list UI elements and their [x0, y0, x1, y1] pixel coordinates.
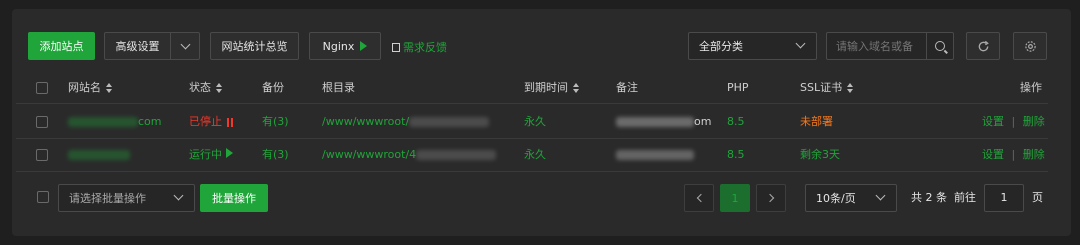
backup-link[interactable]: 有(3) — [262, 109, 289, 135]
redacted-text — [616, 117, 694, 127]
batch-action-select[interactable]: 请选择批量操作 — [58, 184, 195, 212]
search-button[interactable] — [926, 33, 953, 59]
backup-link[interactable]: 有(3) — [262, 142, 289, 168]
search-icon — [935, 41, 945, 51]
status-toggle[interactable]: 已停止 — [189, 109, 233, 135]
chevron-right-icon — [765, 193, 774, 203]
row-actions: 设置 | 删除 — [982, 109, 1045, 135]
page-1-button[interactable]: 1 — [720, 184, 750, 212]
chevron-down-icon — [875, 190, 886, 201]
category-select-value: 全部分类 — [699, 40, 743, 53]
refresh-icon — [978, 40, 989, 51]
php-version[interactable]: 8.5 — [727, 109, 745, 135]
play-icon — [226, 148, 233, 158]
chevron-down-icon — [795, 38, 806, 49]
batch-action-placeholder: 请选择批量操作 — [69, 192, 146, 205]
nginx-label: Nginx — [322, 39, 355, 53]
category-select[interactable]: 全部分类 — [688, 32, 817, 60]
table-settings-button[interactable] — [1013, 32, 1047, 60]
add-site-button[interactable]: 添加站点 — [28, 32, 95, 60]
advanced-settings-label: 高级设置 — [115, 40, 160, 53]
row-actions: 设置 | 删除 — [982, 142, 1045, 168]
chevron-left-icon — [696, 193, 705, 203]
page-size-value: 10条/页 — [816, 192, 856, 205]
chevron-down-icon — [173, 190, 184, 201]
redacted-text — [68, 150, 130, 160]
table-header: 网站名 状态 备份 根目录 到期时间 备注 PHP SSL证书 操作 — [16, 75, 1048, 101]
redacted-text — [68, 117, 138, 127]
site-name-link[interactable] — [68, 142, 130, 168]
redacted-text — [409, 117, 490, 127]
footer-select-all-checkbox[interactable] — [37, 191, 49, 203]
col-actions: 操作 — [1020, 81, 1042, 94]
remark-value[interactable] — [616, 142, 694, 168]
status-toggle[interactable]: 运行中 — [189, 142, 233, 168]
separator: | — [1011, 115, 1016, 128]
batch-action-button[interactable]: 批量操作 — [200, 184, 268, 212]
ssl-status[interactable]: 剩余3天 — [800, 142, 840, 168]
divider — [16, 103, 1048, 104]
prev-page-button[interactable] — [684, 184, 714, 212]
chevron-down-icon[interactable] — [170, 33, 199, 59]
gear-icon — [1024, 40, 1036, 52]
col-root-dir: 根目录 — [322, 81, 355, 94]
next-page-button[interactable] — [756, 184, 786, 212]
redacted-text — [416, 150, 497, 160]
col-php: PHP — [727, 81, 749, 94]
redacted-text — [616, 150, 694, 160]
root-dir-link[interactable]: /www/wwwroot/ — [322, 109, 490, 135]
expire-value[interactable]: 永久 — [524, 109, 546, 135]
col-ssl[interactable]: SSL证书 — [800, 75, 854, 101]
remark-value[interactable]: om — [616, 109, 711, 135]
settings-link[interactable]: 设置 — [982, 148, 1004, 161]
site-stats-button[interactable]: 网站统计总览 — [210, 32, 299, 60]
select-all-checkbox[interactable] — [36, 82, 48, 94]
root-dir-link[interactable]: /www/wwwroot/4 — [322, 142, 497, 168]
play-icon — [360, 41, 368, 51]
feedback-icon — [392, 42, 400, 52]
col-remark: 备注 — [616, 81, 638, 94]
col-status[interactable]: 状态 — [189, 75, 222, 101]
site-name-link[interactable]: com — [68, 109, 162, 135]
sort-icon — [216, 83, 222, 93]
col-expire[interactable]: 到期时间 — [524, 75, 579, 101]
goto-label: 前往 — [954, 191, 976, 204]
ssl-status[interactable]: 未部署 — [800, 109, 833, 135]
expire-value[interactable]: 永久 — [524, 142, 546, 168]
site-search — [826, 32, 954, 60]
feedback-link[interactable]: 需求反馈 — [392, 39, 447, 55]
settings-link[interactable]: 设置 — [982, 115, 1004, 128]
pause-icon — [227, 117, 233, 127]
advanced-settings-dropdown[interactable]: 高级设置 — [104, 32, 200, 60]
table-row: 运行中 有(3) /www/wwwroot/4 永久 8.5 剩余3天 设置 |… — [16, 142, 1048, 168]
feedback-label: 需求反馈 — [403, 41, 447, 54]
divider — [16, 138, 1048, 139]
row-checkbox[interactable] — [36, 149, 48, 161]
sort-icon — [573, 83, 579, 93]
row-checkbox[interactable] — [36, 116, 48, 128]
delete-link[interactable]: 删除 — [1023, 148, 1045, 161]
sort-icon — [847, 83, 854, 93]
sort-icon — [106, 83, 112, 93]
total-count: 共 2 条 — [911, 191, 947, 204]
search-input[interactable] — [827, 33, 926, 59]
col-backup: 备份 — [262, 81, 284, 94]
goto-page-input[interactable]: 1 — [984, 184, 1024, 212]
refresh-button[interactable] — [966, 32, 1000, 60]
table-row: com 已停止 有(3) /www/wwwroot/ 永久 om 8.5 未部署… — [16, 109, 1048, 135]
page-unit-label: 页 — [1032, 191, 1043, 204]
delete-link[interactable]: 删除 — [1023, 115, 1045, 128]
col-site-name[interactable]: 网站名 — [68, 75, 112, 101]
page-size-select[interactable]: 10条/页 — [805, 184, 897, 212]
php-version[interactable]: 8.5 — [727, 142, 745, 168]
separator: | — [1011, 148, 1016, 161]
nginx-button[interactable]: Nginx — [309, 32, 381, 60]
divider — [16, 171, 1048, 172]
